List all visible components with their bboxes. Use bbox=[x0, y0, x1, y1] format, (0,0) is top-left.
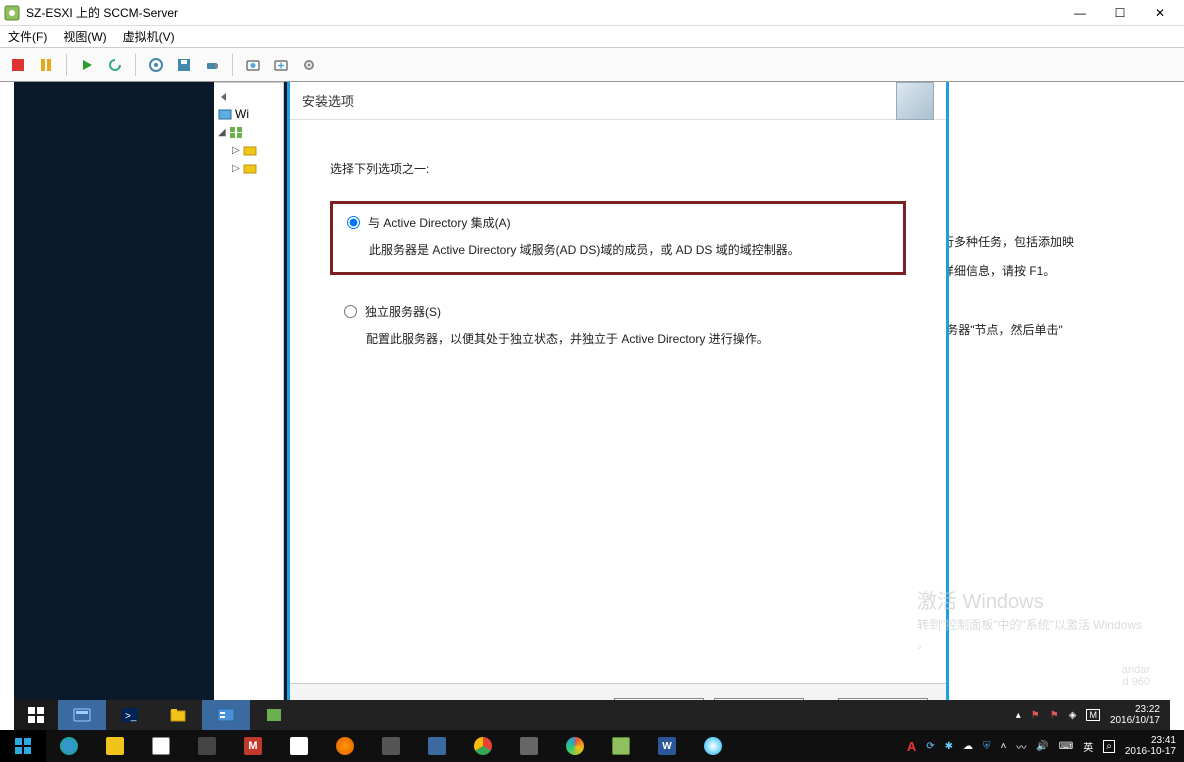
host-task-vsphere[interactable] bbox=[598, 730, 644, 762]
host-task-qq[interactable] bbox=[690, 730, 736, 762]
tray-ime-icon[interactable]: M bbox=[1086, 709, 1100, 721]
host-task-word[interactable]: W bbox=[644, 730, 690, 762]
svg-text:>_: >_ bbox=[125, 711, 137, 722]
toolbar bbox=[0, 48, 1184, 82]
host-task-java[interactable] bbox=[276, 730, 322, 762]
host-tray-vol-icon[interactable]: 🔊 bbox=[1036, 741, 1048, 752]
host-tray-kb-icon[interactable]: ⌨ bbox=[1059, 741, 1073, 752]
tray-flag2-icon[interactable]: ⚑ bbox=[1050, 710, 1059, 721]
host-tray-wifi-icon[interactable]: 〰 bbox=[1016, 739, 1026, 754]
server-task-green[interactable] bbox=[250, 700, 298, 730]
host-task-app2[interactable] bbox=[368, 730, 414, 762]
settings-button[interactable] bbox=[297, 53, 321, 77]
host-tray-shield-icon[interactable]: ⛨ bbox=[983, 741, 991, 752]
install-options-dialog: 安装选项 选择下列选项之一: 与 Active Directory 集成(A) … bbox=[287, 82, 949, 740]
host-tray-cloud-icon[interactable]: ☁ bbox=[963, 741, 973, 752]
servermgr-hint: 执行多种任务，包括添加映 关详细信息，请按 F1。 "服务器"节点，然后单击" bbox=[930, 228, 1150, 344]
tray-flag1-icon[interactable]: ⚑ bbox=[1031, 710, 1040, 721]
option-standalone-desc: 配置此服务器，以便其处于独立状态，并独立于 Active Directory 进… bbox=[366, 330, 906, 347]
dialog-prompt: 选择下列选项之一: bbox=[330, 160, 906, 177]
host-tray[interactable]: A ⟳ ✱ ☁ ⛨ ˄ 〰 🔊 ⌨ 英 ⌕ 23:41 2016-10-17 bbox=[899, 735, 1184, 757]
option-standalone[interactable]: 独立服务器(S) bbox=[344, 303, 906, 320]
connect-cd-button[interactable] bbox=[144, 53, 168, 77]
tree-scroll-left[interactable] bbox=[214, 89, 283, 105]
dialog-title: 安装选项 bbox=[302, 91, 896, 110]
tree-root[interactable]: Wi bbox=[214, 105, 283, 123]
tray-net-icon[interactable]: ◈ bbox=[1069, 710, 1077, 721]
server-start-button[interactable] bbox=[14, 700, 58, 730]
option-ad-radio[interactable] bbox=[347, 216, 360, 229]
host-taskbar[interactable]: M W A ⟳ ✱ ☁ ⛨ ˄ 〰 🔊 ⌨ 英 ⌕ 23:41 2016-10-… bbox=[0, 730, 1184, 762]
vm-desktop: Wi ◢ ▷ ▷ 执行多种任务，包括添加映 关详细信息，请按 F1。 "服务器"… bbox=[14, 82, 1170, 730]
stop-button[interactable] bbox=[6, 53, 30, 77]
host-task-explorer[interactable] bbox=[92, 730, 138, 762]
console-area: Wi ◢ ▷ ▷ 执行多种任务，包括添加映 关详细信息，请按 F1。 "服务器"… bbox=[0, 82, 1184, 730]
menu-view[interactable]: 视图(W) bbox=[63, 28, 106, 45]
host-tray-lang[interactable]: 英 bbox=[1083, 739, 1093, 754]
menu-vm[interactable]: 虚拟机(V) bbox=[123, 28, 175, 45]
host-tray-sync-icon[interactable]: ⟳ bbox=[926, 741, 934, 752]
pause-button[interactable] bbox=[34, 53, 58, 77]
host-task-app4[interactable] bbox=[506, 730, 552, 762]
server-task-powershell[interactable]: >_ bbox=[106, 700, 154, 730]
tree-node-1[interactable]: ◢ bbox=[214, 123, 283, 141]
build-info: andar d 960 bbox=[1122, 664, 1150, 688]
activation-watermark: 激活 Windows 转到"控制面板"中的"系统"以激活 Windows 。 bbox=[917, 585, 1142, 652]
menu-file[interactable]: 文件(F) bbox=[8, 28, 47, 45]
nav-tree[interactable]: Wi ◢ ▷ ▷ bbox=[214, 82, 284, 722]
option-ad[interactable]: 与 Active Directory 集成(A) bbox=[347, 214, 889, 231]
option-standalone-radio[interactable] bbox=[344, 305, 357, 318]
server-taskbar[interactable]: >_ ▴ ⚑ ⚑ ◈ M 23:22 2016/10/17 bbox=[14, 700, 1170, 730]
host-task-multicolor[interactable] bbox=[552, 730, 598, 762]
host-tray-up-icon[interactable]: ˄ bbox=[1001, 741, 1007, 752]
server-clock[interactable]: 23:22 2016/10/17 bbox=[1110, 704, 1160, 726]
host-tray-a-icon[interactable]: A bbox=[907, 739, 916, 754]
option-ad-desc: 此服务器是 Active Directory 域服务(AD DS)域的成员，或 … bbox=[369, 241, 889, 258]
host-start-button[interactable] bbox=[0, 730, 46, 762]
maximize-button[interactable]: ☐ bbox=[1100, 0, 1140, 26]
host-task-chrome[interactable] bbox=[460, 730, 506, 762]
host-task-app1[interactable] bbox=[138, 730, 184, 762]
snapshot-button[interactable] bbox=[241, 53, 265, 77]
host-task-m[interactable]: M bbox=[230, 730, 276, 762]
window-title: SZ-ESXI 上的 SCCM-Server bbox=[26, 4, 1060, 21]
host-task-edge[interactable] bbox=[46, 730, 92, 762]
snapshot-manage-button[interactable] bbox=[269, 53, 293, 77]
connect-floppy-button[interactable] bbox=[172, 53, 196, 77]
host-task-sublime[interactable] bbox=[184, 730, 230, 762]
tray-up-icon[interactable]: ▴ bbox=[1016, 710, 1021, 721]
titlebar: SZ-ESXI 上的 SCCM-Server — ☐ ✕ bbox=[0, 0, 1184, 26]
dialog-icon bbox=[896, 82, 934, 120]
refresh-button[interactable] bbox=[103, 53, 127, 77]
minimize-button[interactable]: — bbox=[1060, 0, 1100, 26]
server-task-explorer[interactable] bbox=[154, 700, 202, 730]
close-button[interactable]: ✕ bbox=[1140, 0, 1180, 26]
server-tray[interactable]: ▴ ⚑ ⚑ ◈ M 23:22 2016/10/17 bbox=[1006, 704, 1170, 726]
app-icon bbox=[4, 5, 20, 21]
server-task-servermgr[interactable] bbox=[58, 700, 106, 730]
option-ad-highlight: 与 Active Directory 集成(A) 此服务器是 Active Di… bbox=[330, 201, 906, 275]
menubar: 文件(F) 视图(W) 虚拟机(V) bbox=[0, 26, 1184, 48]
host-task-firefox[interactable] bbox=[322, 730, 368, 762]
play-button[interactable] bbox=[75, 53, 99, 77]
host-clock[interactable]: 23:41 2016-10-17 bbox=[1125, 735, 1176, 757]
tree-node-3[interactable]: ▷ bbox=[214, 159, 283, 177]
tree-node-2[interactable]: ▷ bbox=[214, 141, 283, 159]
host-tray-bt-icon[interactable]: ✱ bbox=[945, 741, 953, 752]
host-task-app3[interactable] bbox=[414, 730, 460, 762]
host-tray-search-icon[interactable]: ⌕ bbox=[1103, 740, 1115, 753]
server-task-dialog[interactable] bbox=[202, 700, 250, 730]
connect-usb-button[interactable] bbox=[200, 53, 224, 77]
